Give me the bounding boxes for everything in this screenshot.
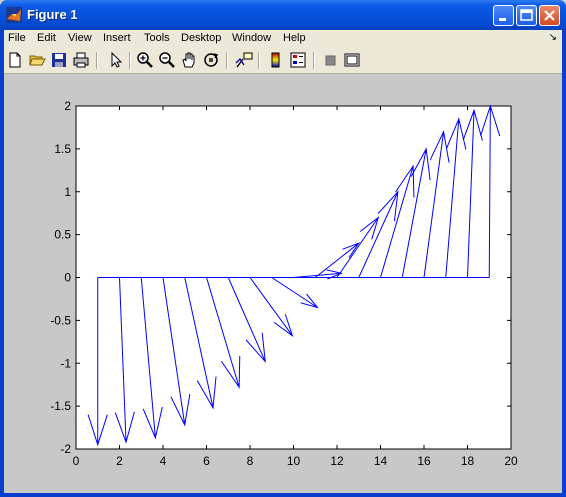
y-tick-label: 0.5 <box>54 228 71 242</box>
y-tick-label: 1 <box>64 185 71 199</box>
x-tick-label: 16 <box>417 454 431 468</box>
y-tick-label: -0.5 <box>50 313 71 327</box>
x-tick-label: 0 <box>73 454 80 468</box>
y-tick-label: 1.5 <box>54 142 71 156</box>
y-tick-label: -1 <box>60 356 71 370</box>
x-tick-label: 4 <box>160 454 167 468</box>
y-tick-label: 0 <box>64 271 71 285</box>
x-tick-label: 20 <box>504 454 518 468</box>
x-tick-label: 14 <box>374 454 388 468</box>
y-tick-label: -2 <box>60 442 71 456</box>
x-tick-label: 10 <box>287 454 301 468</box>
x-tick-label: 2 <box>116 454 123 468</box>
y-tick-label: -1.5 <box>50 399 71 413</box>
figure-window: Figure 1 File Edit View Insert Tools Des… <box>0 0 566 497</box>
quiver-plot[interactable]: 0 2 4 6 8 10 12 14 16 18 20 2 1.5 1 0.5 0 -0.5 -1 -1.5 -2 <box>0 0 566 497</box>
x-tick-label: 6 <box>203 454 210 468</box>
x-tick-label: 12 <box>330 454 344 468</box>
y-tick-label: 2 <box>64 99 71 113</box>
x-tick-label: 8 <box>247 454 254 468</box>
x-tick-label: 18 <box>461 454 475 468</box>
